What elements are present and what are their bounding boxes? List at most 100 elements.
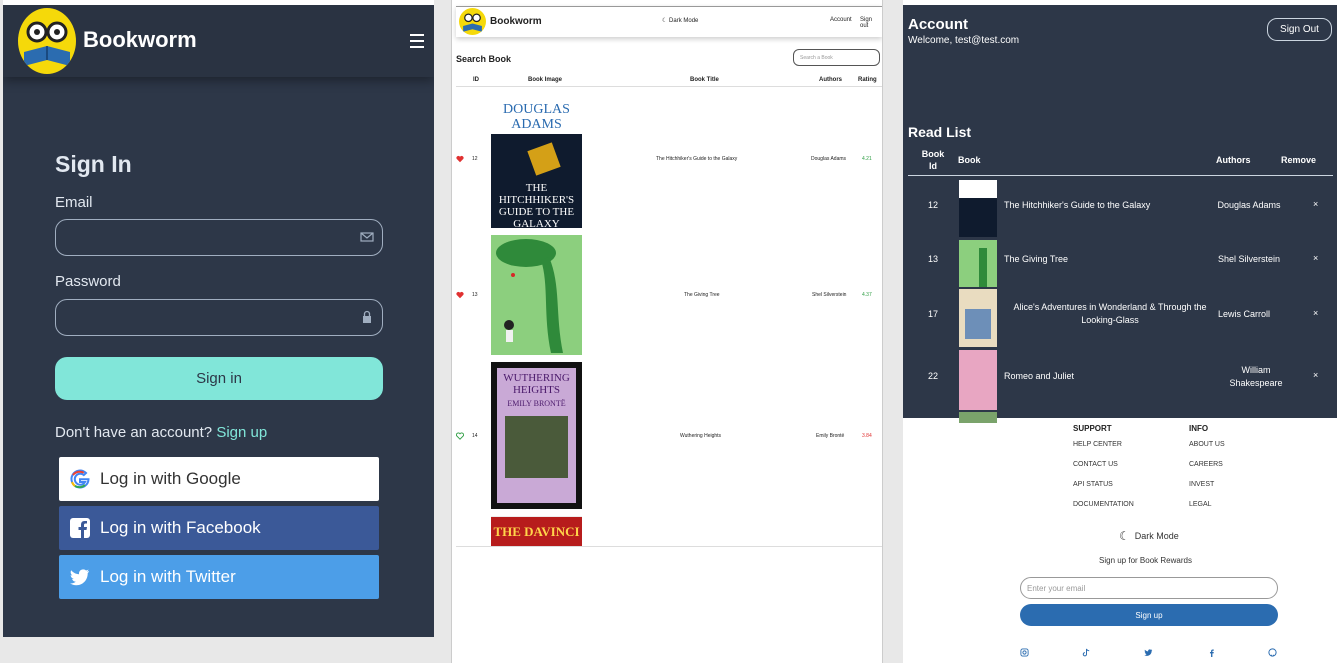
- book-author: Shel Silverstein: [812, 292, 847, 298]
- facebook-icon[interactable]: [1207, 648, 1216, 657]
- facebook-icon: [70, 518, 90, 538]
- book-cover-wuthering[interactable]: WUTHERING HEIGHTS EMILY BRONTË: [491, 362, 582, 509]
- account-link[interactable]: Account: [830, 17, 852, 23]
- signup-prompt: Don't have an account? Sign up: [55, 424, 267, 441]
- google-button-label: Log in with Google: [100, 469, 241, 488]
- footer-link-help[interactable]: HELP CENTER: [1073, 441, 1122, 448]
- column-header-id: ID: [473, 77, 479, 83]
- book-author: Shel Silverstein: [1217, 254, 1281, 264]
- twitter-login-button[interactable]: Log in with Twitter: [59, 555, 379, 599]
- remove-book-button[interactable]: ×: [1313, 199, 1318, 209]
- book-id: 17: [927, 309, 938, 319]
- book-cover-davinci[interactable]: THE DAVINCI: [491, 516, 582, 546]
- support-heading: SUPPORT: [1073, 424, 1112, 433]
- facebook-button-label: Log in with Facebook: [100, 518, 261, 537]
- book-thumb-giving-tree[interactable]: [959, 240, 997, 287]
- column-header-authors: Authors: [819, 77, 842, 83]
- heart-filled-icon[interactable]: [456, 155, 464, 163]
- heart-filled-icon[interactable]: [456, 291, 464, 299]
- bookworm-logo[interactable]: [459, 8, 486, 35]
- dark-mode-label: Dark Mode: [1134, 531, 1179, 541]
- column-header-image: Book Image: [528, 77, 563, 83]
- google-login-button[interactable]: Log in with Google: [59, 457, 379, 501]
- cover-title: THE HITCHHIKER'S GUIDE TO THE GALAXY: [498, 182, 575, 228]
- email-field[interactable]: [55, 219, 383, 256]
- email-input[interactable]: Enter your email: [1020, 577, 1278, 599]
- twitter-icon[interactable]: [1144, 648, 1153, 657]
- hamburger-menu-icon[interactable]: [410, 34, 424, 52]
- signup-link[interactable]: Sign up: [216, 424, 267, 441]
- facebook-login-button[interactable]: Log in with Facebook: [59, 506, 379, 550]
- book-id: 12: [927, 200, 938, 210]
- rewards-text: Sign up for Book Rewards: [1099, 556, 1192, 565]
- book-id: 13: [927, 254, 938, 264]
- signin-button[interactable]: Sign in: [55, 357, 383, 400]
- twitter-button-label: Log in with Twitter: [100, 567, 236, 586]
- book-thumb-romeo[interactable]: [959, 350, 997, 410]
- thumb-art: [979, 248, 987, 287]
- book-thumb-partial[interactable]: [959, 412, 997, 423]
- cover-art: [527, 142, 561, 176]
- book-thumb-hitchhiker[interactable]: [959, 180, 997, 237]
- book-author: William Shakespeare: [1229, 365, 1283, 388]
- account-panel: Account Welcome, test@test.com Sign Out …: [903, 0, 1337, 663]
- heart-outline-icon[interactable]: [456, 432, 464, 440]
- account-header: Account Welcome, test@test.com Sign Out …: [903, 0, 1337, 423]
- book-author: Douglas Adams: [1217, 200, 1281, 210]
- book-cover-hitchhiker[interactable]: DOUGLAS ADAMS THE HITCHHIKER'S GUIDE TO …: [491, 94, 582, 228]
- footer-link-careers[interactable]: CAREERS: [1189, 461, 1223, 468]
- book-id: 12: [472, 156, 478, 162]
- no-account-text: Don't have an account?: [55, 424, 213, 441]
- cover-landscape: [505, 416, 568, 478]
- rewards-signup-button[interactable]: Sign up: [1020, 604, 1278, 626]
- search-input[interactable]: Search a Book: [793, 49, 880, 66]
- book-id: 14: [472, 433, 478, 439]
- footer-link-contact[interactable]: CONTACT US: [1073, 461, 1118, 468]
- book-author: Douglas Adams: [811, 156, 847, 162]
- column-header-title: Book Title: [690, 77, 719, 83]
- page-title: Sign In: [55, 151, 132, 177]
- github-icon[interactable]: [1268, 648, 1277, 657]
- footer-link-legal[interactable]: LEGAL: [1189, 501, 1212, 508]
- remove-book-button[interactable]: ×: [1313, 370, 1318, 380]
- remove-book-button[interactable]: ×: [1313, 308, 1318, 318]
- bookworm-logo[interactable]: [18, 8, 76, 74]
- book-title: Wuthering Heights: [680, 433, 722, 439]
- tiktok-icon[interactable]: [1082, 648, 1091, 657]
- top-navbar: Bookworm ☾ Dark Mode Account Sign out: [456, 6, 882, 37]
- top-navbar: Bookworm: [3, 5, 434, 77]
- footer-link-about[interactable]: ABOUT US: [1189, 441, 1225, 448]
- dark-mode-toggle[interactable]: ☾ Dark Mode: [1119, 529, 1179, 543]
- thumb-top: [959, 180, 997, 198]
- signout-button[interactable]: Sign Out: [1267, 18, 1332, 41]
- cover-frame: WUTHERING HEIGHTS EMILY BRONTË: [497, 368, 576, 503]
- remove-book-button[interactable]: ×: [1313, 253, 1318, 263]
- welcome-text: Welcome, test@test.com: [908, 35, 1020, 46]
- book-author: Lewis Carroll: [1217, 309, 1270, 319]
- book-title: Alice's Adventures in Wonderland & Throu…: [1013, 302, 1207, 325]
- book-cover-giving-tree[interactable]: [491, 235, 582, 355]
- header-divider: [456, 86, 882, 87]
- header-divider: [908, 175, 1333, 176]
- column-header-remove: Remove: [1281, 155, 1317, 165]
- twitter-icon: [70, 569, 89, 586]
- page-title: Account: [908, 16, 968, 33]
- instagram-icon[interactable]: [1020, 648, 1029, 657]
- dark-mode-toggle[interactable]: ☾ Dark Mode: [662, 17, 698, 24]
- info-heading: INFO: [1189, 424, 1209, 433]
- page-title: Search Book: [456, 54, 512, 64]
- footer-link-api-status[interactable]: API STATUS: [1073, 481, 1113, 488]
- column-header-id: Book Id: [921, 149, 945, 171]
- signout-link[interactable]: Sign out: [860, 17, 882, 29]
- moon-icon: ☾: [1119, 529, 1130, 543]
- book-title: The Giving Tree: [1004, 254, 1069, 264]
- footer-link-invest[interactable]: INVEST: [1189, 481, 1214, 488]
- footer-link-docs[interactable]: DOCUMENTATION: [1073, 501, 1134, 508]
- giving-tree-art: [496, 239, 563, 353]
- book-title: The Hitchhiker's Guide to the Galaxy: [656, 156, 738, 162]
- password-field[interactable]: [55, 299, 383, 336]
- book-thumb-alice[interactable]: [959, 289, 997, 347]
- readlist-title: Read List: [908, 124, 972, 140]
- cover-title: THE DAVINCI: [491, 517, 582, 546]
- lock-icon: [363, 310, 371, 323]
